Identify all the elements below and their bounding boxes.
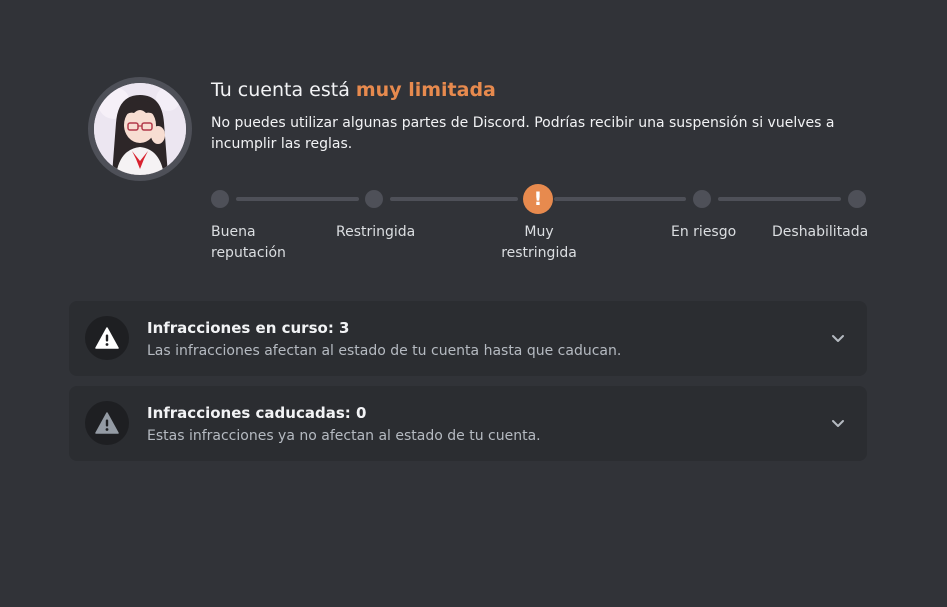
status-track: ! xyxy=(211,184,871,214)
warning-icon xyxy=(95,412,119,434)
step-label-disabled: Deshabilitada xyxy=(772,224,869,240)
active-violations-card[interactable]: Infracciones en curso: 3 Las infraccione… xyxy=(69,301,867,376)
card-title: Infracciones en curso: 3 xyxy=(147,319,350,337)
track-node-very-restricted: ! xyxy=(523,184,553,214)
expired-violations-card[interactable]: Infracciones caducadas: 0 Estas infracci… xyxy=(69,386,867,461)
card-title: Infracciones caducadas: 0 xyxy=(147,404,367,422)
track-segment xyxy=(236,197,359,201)
chevron-down-icon[interactable] xyxy=(827,412,849,434)
exclamation-icon: ! xyxy=(533,188,543,210)
avatar-image xyxy=(94,83,186,175)
warning-icon-container xyxy=(85,401,129,445)
account-standing-page: Tu cuenta está muy limitada No puedes ut… xyxy=(0,0,947,607)
card-description: Las infracciones afectan al estado de tu… xyxy=(147,343,622,359)
step-label-restricted: Restringida xyxy=(336,224,416,240)
track-segment xyxy=(718,197,841,201)
page-title: Tu cuenta está muy limitada xyxy=(211,77,496,103)
track-segment xyxy=(554,197,686,201)
status-description: No puedes utilizar algunas partes de Dis… xyxy=(211,115,835,152)
warning-icon xyxy=(95,327,119,349)
track-node-restricted xyxy=(365,190,383,208)
step-label-very-restricted: Muy restringida xyxy=(501,224,577,261)
status-level-text: muy limitada xyxy=(355,79,496,101)
chevron-down-icon[interactable] xyxy=(827,327,849,349)
track-node-at-risk xyxy=(693,190,711,208)
track-node-good-standing xyxy=(211,190,229,208)
step-label-at-risk: En riesgo xyxy=(671,224,737,240)
warning-icon-container xyxy=(85,316,129,360)
avatar xyxy=(88,77,192,181)
title-prefix: Tu cuenta está xyxy=(211,79,356,101)
track-node-disabled xyxy=(848,190,866,208)
track-segment xyxy=(390,197,518,201)
step-label-good-standing: Buena reputación xyxy=(211,224,286,261)
card-description: Estas infracciones ya no afectan al esta… xyxy=(147,428,541,444)
